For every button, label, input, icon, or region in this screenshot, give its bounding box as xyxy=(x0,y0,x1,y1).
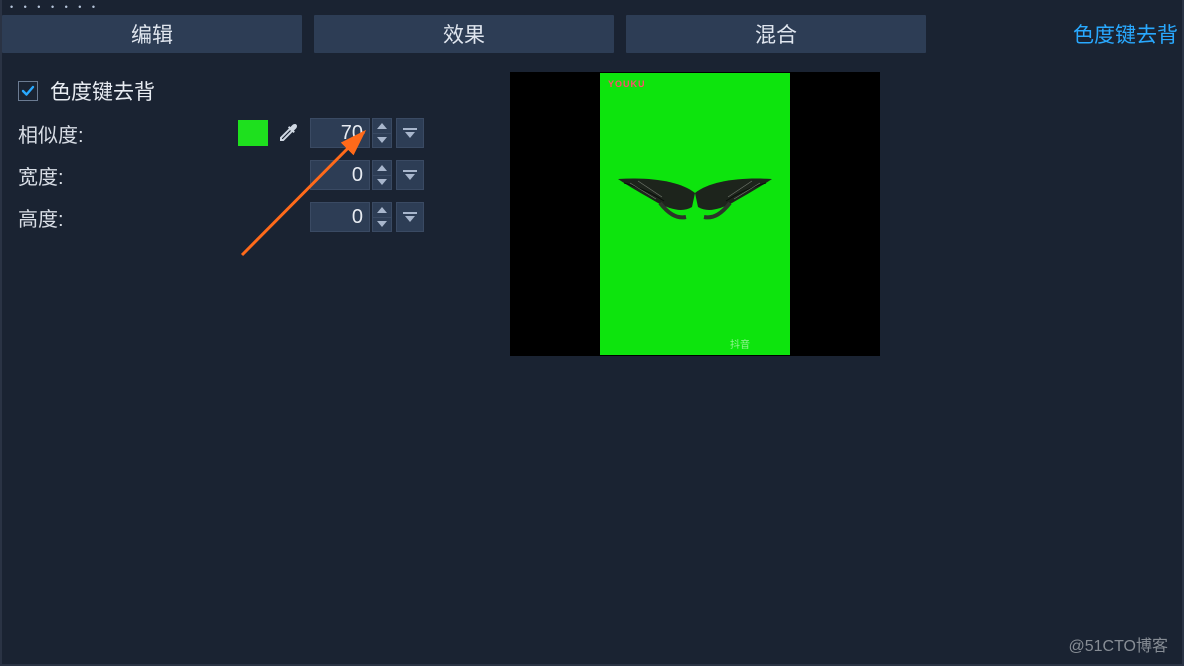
section-title: 色度键去背 xyxy=(50,76,155,106)
dropdown-reset-icon xyxy=(403,128,417,138)
spinner-up-icon[interactable] xyxy=(373,161,391,176)
window-drag-dots: • • • • • • • xyxy=(10,2,99,12)
spinner-down-icon[interactable] xyxy=(373,218,391,232)
similarity-reset-button[interactable] xyxy=(396,118,424,148)
width-reset-button[interactable] xyxy=(396,160,424,190)
page-watermark: @51CTO博客 xyxy=(1068,632,1168,656)
label-width: 宽度: xyxy=(18,161,238,190)
spinner-down-icon[interactable] xyxy=(373,176,391,190)
similarity-spinner[interactable] xyxy=(372,118,392,148)
label-height: 高度: xyxy=(18,203,238,232)
enable-chromakey-checkbox[interactable] xyxy=(18,81,38,101)
preview-canvas: YOUKU 抖音 xyxy=(600,73,790,355)
tab-effect[interactable]: 效果 xyxy=(314,15,614,53)
dropdown-reset-icon xyxy=(403,212,417,222)
settings-panel: 色度键去背 相似度: 宽度: xyxy=(18,72,488,240)
width-input[interactable] xyxy=(310,160,370,190)
spinner-down-icon[interactable] xyxy=(373,134,391,148)
width-spinner[interactable] xyxy=(372,160,392,190)
preview-area: YOUKU 抖音 xyxy=(510,72,880,356)
spinner-up-icon[interactable] xyxy=(373,203,391,218)
label-similarity: 相似度: xyxy=(18,119,238,148)
dropdown-reset-icon xyxy=(403,170,417,180)
tab-bar: 编辑 效果 混合 色度键去背 xyxy=(2,15,1182,53)
tab-edit[interactable]: 编辑 xyxy=(2,15,302,53)
checkmark-icon xyxy=(21,84,35,98)
preview-watermark-bottom: 抖音 xyxy=(730,336,750,351)
height-input[interactable] xyxy=(310,202,370,232)
tab-blend[interactable]: 混合 xyxy=(626,15,926,53)
eyedropper-button[interactable] xyxy=(276,121,300,145)
spinner-up-icon[interactable] xyxy=(373,119,391,134)
preview-watermark-top: YOUKU xyxy=(608,79,646,89)
preview-content-wings xyxy=(610,173,780,229)
height-reset-button[interactable] xyxy=(396,202,424,232)
height-spinner[interactable] xyxy=(372,202,392,232)
similarity-input[interactable] xyxy=(310,118,370,148)
eyedropper-icon xyxy=(276,121,300,145)
key-color-swatch[interactable] xyxy=(238,120,268,146)
tab-chromakey[interactable]: 色度键去背 xyxy=(938,15,1182,53)
